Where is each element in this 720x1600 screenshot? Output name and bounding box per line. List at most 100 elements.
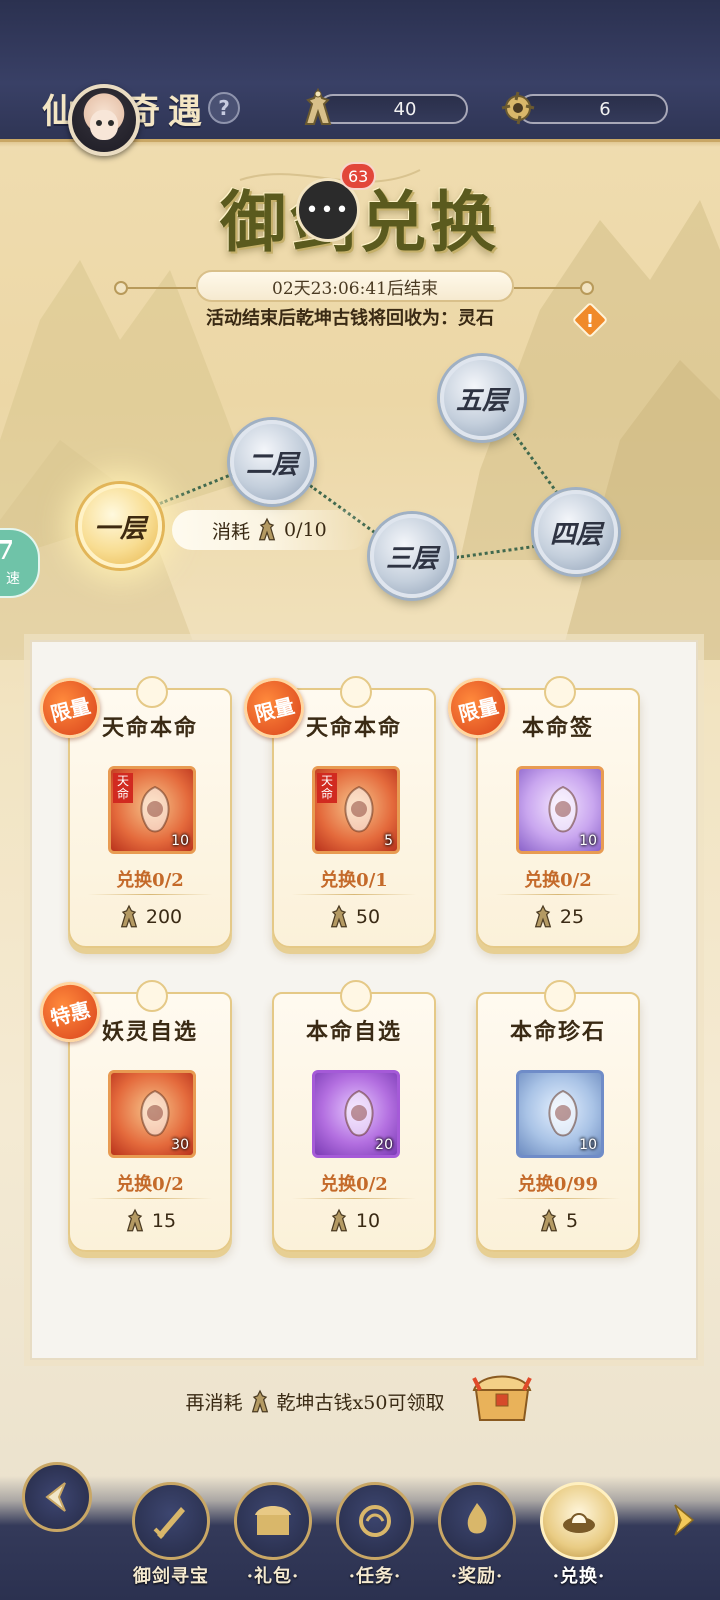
token-balance[interactable]: 6 [518, 94, 668, 124]
item-quantity: 10 [579, 833, 597, 849]
nav-tasks[interactable]: ·任务· [330, 1482, 420, 1600]
nav-next-button[interactable] [664, 1500, 704, 1540]
exchange-icon [540, 1482, 618, 1560]
recycle-notice: 活动结束后乾坤古钱将回收为：灵石 [206, 308, 494, 329]
exchange-limit: 兑换0/99 [517, 1174, 599, 1195]
item-name: 本命自选 [305, 1019, 402, 1045]
reward-prefix: 再消耗 [185, 1392, 243, 1414]
ancient-coin-icon [120, 904, 138, 928]
shop-item-card[interactable]: 本命自选 20 兑换0/2 10 [272, 980, 436, 1252]
item-quantity: 10 [579, 1137, 597, 1153]
speed-label: 速 [6, 571, 20, 587]
coin-balance-value: 40 [393, 98, 417, 120]
nav-label: 御剑寻宝 [133, 1566, 209, 1587]
item-price: 10 [274, 1208, 434, 1234]
ancient-coin-icon [258, 517, 276, 541]
gift-chest-icon [234, 1482, 312, 1560]
flame-reward-icon [438, 1482, 516, 1560]
item-icon[interactable]: 10 [516, 1070, 604, 1158]
item-name: 本命珍石 [509, 1019, 606, 1045]
card-divider [496, 1198, 620, 1199]
item-price: 25 [478, 904, 638, 930]
floor-cost: 消耗 0/10 [172, 510, 368, 550]
item-icon[interactable]: 30 [108, 1070, 196, 1158]
floor-3[interactable]: 三层 [370, 514, 454, 598]
nav-rewards[interactable]: ·奖励· [432, 1482, 522, 1600]
sword-icon [132, 1482, 210, 1560]
speed-number: 7 [0, 536, 15, 566]
floor-4[interactable]: 四层 [534, 490, 618, 574]
floor-2[interactable]: 二层 [230, 420, 314, 504]
avatar[interactable] [68, 84, 140, 156]
floor-5[interactable]: 五层 [440, 356, 524, 440]
exchange-limit: 兑换0/1 [320, 870, 388, 891]
item-artwork [541, 783, 585, 839]
item-artwork [337, 1087, 381, 1143]
reward-suffix: 乾坤古钱x50可领取 [276, 1392, 445, 1414]
item-quantity: 10 [171, 833, 189, 849]
item-artwork [337, 783, 381, 839]
coin-balance[interactable]: 40 [318, 94, 468, 124]
item-side-label: 天命 [317, 773, 337, 803]
ancient-coin-icon [251, 1389, 268, 1412]
item-icon[interactable]: 天命 10 [108, 766, 196, 854]
shop-item-card[interactable]: 限量 天命本命 天命 5 兑换0/1 50 [237, 671, 436, 948]
nav-label: ·任务· [348, 1566, 402, 1587]
card-divider [496, 894, 620, 895]
item-quantity: 20 [375, 1137, 393, 1153]
item-price: 200 [70, 904, 230, 930]
ancient-coin-icon [298, 88, 338, 128]
help-button[interactable]: ? [208, 92, 240, 124]
reward-progress: 再消耗 乾坤古钱x50可领取 [0, 1388, 720, 1415]
nav-gift-pack[interactable]: ·礼包· [228, 1482, 318, 1600]
nav-label: ·礼包· [246, 1566, 300, 1587]
item-artwork [133, 783, 177, 839]
exchange-limit: 兑换0/2 [524, 870, 592, 891]
item-price: 50 [274, 904, 434, 930]
item-icon[interactable]: 10 [516, 766, 604, 854]
price-value: 5 [565, 1210, 579, 1232]
shop-item-card[interactable]: 本命珍石 10 兑换0/99 5 [476, 980, 640, 1252]
chat-icon: ••• [305, 197, 351, 223]
chat-unread-badge: 63 [340, 162, 377, 190]
ancient-coin-icon [126, 1208, 144, 1232]
divider [124, 287, 196, 289]
card-divider [88, 894, 212, 895]
warning-icon[interactable]: ! [572, 302, 607, 337]
price-value: 200 [145, 906, 183, 928]
exchange-limit: 兑换0/2 [116, 1174, 184, 1195]
token-balance-value: 6 [599, 98, 611, 120]
price-value: 25 [559, 906, 585, 928]
ancient-coin-icon [330, 1208, 348, 1232]
shop-item-card[interactable]: 限量 本命签 10 兑换0/2 25 [441, 671, 640, 948]
task-scroll-icon [336, 1482, 414, 1560]
shop-item-card[interactable]: 限量 天命本命 天命 10 兑换0/2 200 [33, 671, 232, 948]
card-divider [292, 894, 416, 895]
spirit-token-icon [498, 88, 538, 128]
item-quantity: 5 [384, 833, 393, 849]
warning-mark: ! [586, 311, 594, 332]
shop-item-card[interactable]: 特惠 妖灵自选 30 兑换0/2 15 [33, 975, 232, 1252]
item-artwork [541, 1087, 585, 1143]
item-quantity: 30 [171, 1137, 189, 1153]
divider-ornament [580, 281, 594, 295]
ancient-coin-icon [540, 1208, 558, 1232]
cost-label: 消耗 [212, 520, 251, 543]
price-value: 10 [355, 1210, 381, 1232]
back-button[interactable] [22, 1462, 92, 1532]
nav-label: ·奖励· [450, 1566, 504, 1587]
exchange-limit: 兑换0/2 [116, 870, 184, 891]
item-icon[interactable]: 20 [312, 1070, 400, 1158]
nav-label: ·兑换· [552, 1566, 606, 1587]
avatar-face [90, 110, 118, 140]
nav-sword-treasure[interactable]: 御剑寻宝 [126, 1482, 216, 1600]
item-icon[interactable]: 天命 5 [312, 766, 400, 854]
item-side-label: 天命 [113, 773, 133, 803]
item-price: 15 [70, 1208, 230, 1234]
card-divider [292, 1198, 416, 1199]
treasure-chest-icon[interactable] [470, 1368, 534, 1426]
divider [514, 287, 584, 289]
nav-exchange[interactable]: ·兑换· [534, 1482, 624, 1600]
floor-1[interactable]: 一层 [78, 484, 162, 568]
arrow-left-icon [45, 1482, 66, 1512]
